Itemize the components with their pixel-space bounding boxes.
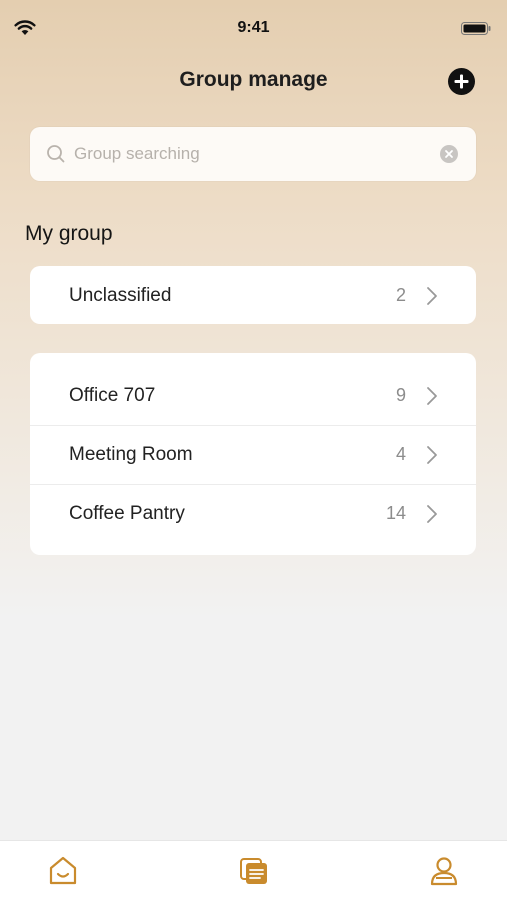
home-icon [49,856,77,885]
list-icon [240,858,267,884]
group-label: Meeting Room [69,444,193,465]
group-label: Unclassified [69,285,172,306]
unclassified-card: Unclassified 2 [30,266,476,324]
search-bar [30,127,476,181]
tab-home[interactable] [45,853,81,889]
chevron-right-icon [427,287,437,305]
group-count: 14 [385,503,406,523]
section-title: My group [25,222,113,245]
group-count: 9 [395,385,406,405]
tab-bar [0,840,507,901]
chevron-right-icon [427,505,437,523]
tab-profile[interactable] [426,853,462,889]
tab-groups[interactable] [236,853,272,889]
group-count: 2 [395,285,406,305]
plus-circle-icon [454,74,469,89]
chevron-right-icon [427,446,437,464]
group-row[interactable]: Coffee Pantry 14 [30,484,476,543]
group-row-unclassified[interactable]: Unclassified 2 [30,266,476,325]
status-bar: 9:41 [0,0,507,56]
search-input[interactable] [74,127,434,181]
chevron-right-icon [427,387,437,405]
battery-icon [461,22,491,35]
page-title: Group manage [179,68,328,91]
group-row[interactable]: Meeting Room 4 [30,425,476,484]
profile-icon [430,857,458,886]
group-list-card: Office 707 9 Meeting Room 4 Coffee Pantr… [30,353,476,555]
search-icon [47,145,65,163]
status-time: 9:41 [237,19,270,36]
group-count: 4 [395,444,406,464]
group-label: Office 707 [69,385,156,406]
group-label: Coffee Pantry [69,503,185,524]
add-group-button[interactable] [448,68,475,95]
group-row[interactable]: Office 707 9 [30,366,476,425]
clear-icon[interactable] [440,145,458,163]
